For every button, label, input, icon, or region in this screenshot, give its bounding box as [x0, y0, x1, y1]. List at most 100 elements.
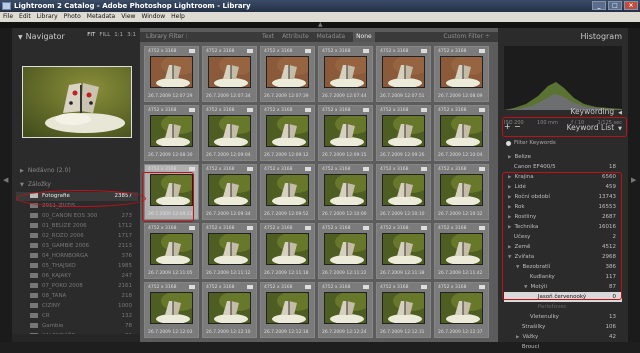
filter-none[interactable]: None — [353, 32, 375, 42]
metadata-badge-icon — [421, 285, 427, 289]
disclosure-triangle-icon[interactable] — [516, 345, 519, 350]
zoom-fill[interactable]: FILL — [99, 32, 110, 38]
menu-file[interactable]: File — [3, 12, 13, 22]
thumbnail-cell[interactable]: 4752 x 3168 26.7.2009 12:10:04 — [434, 105, 489, 161]
disclosure-triangle-icon[interactable] — [524, 315, 527, 320]
thumbnail-cell[interactable]: 4752 x 3168 26.7.2009 12:07:29 — [144, 46, 199, 102]
menu-view[interactable]: View — [121, 12, 135, 22]
thumbnail-cell[interactable]: 4752 x 3168 26.7.2009 12:10:00 — [318, 164, 373, 220]
zoom-1-1[interactable]: 1:1 — [114, 32, 123, 38]
folder-row[interactable]: 01_BELIZE 2006 1712 — [16, 222, 138, 231]
thumbnail-cell[interactable]: 4752 x 3168 26.7.2009 12:11:38 — [376, 223, 431, 279]
thumbnail-cell[interactable]: 4752 x 3168 26.7.2009 12:07:51 — [376, 46, 431, 102]
collapse-right-icon[interactable]: ▶ — [631, 176, 636, 184]
menu-edit[interactable]: Edit — [19, 12, 31, 22]
thumbnail-cell[interactable]: 4752 x 3168 26.7.2009 12:07:34 — [202, 46, 257, 102]
folder-row[interactable]: 07_POKO 2008 2161 — [16, 282, 138, 291]
butterfly-thumbnail — [382, 174, 425, 206]
filter-keywords-row[interactable]: Filter Keywords — [506, 140, 556, 146]
menu-window[interactable]: Window — [141, 12, 165, 22]
collapse-left-icon[interactable]: ◀ — [3, 176, 8, 184]
metadata-badge-icon — [247, 108, 253, 112]
close-button[interactable]: × — [624, 1, 638, 10]
thumbnail-cell[interactable]: 4752 x 3168 26.7.2009 12:08:30 — [144, 105, 199, 161]
keyword-name: Vážky — [522, 334, 539, 340]
keyword-row[interactable]: ▶ Belize — [504, 152, 622, 162]
filter-metadata[interactable]: Metadata — [317, 32, 345, 42]
section-recent[interactable]: ▶ Nedávno (2.0) — [12, 166, 140, 176]
metadata-badge-icon — [189, 285, 195, 289]
folder-row[interactable]: 03_GAMBIE 2006 2113 — [16, 242, 138, 251]
collapse-triangle-icon: ◀ — [618, 110, 622, 116]
zoom-fit[interactable]: FIT — [87, 32, 95, 38]
keyword-row[interactable]: Vletenulky 13 — [504, 312, 622, 322]
image-dimensions: 4752 x 3168 — [438, 226, 467, 231]
thumbnail-cell[interactable]: 4752 x 3168 26.7.2009 12:09:15 — [318, 105, 373, 161]
section-folders[interactable]: ▼ Záložky — [12, 180, 140, 190]
disclosure-triangle-icon[interactable] — [516, 325, 519, 330]
butterfly-photo — [23, 67, 131, 137]
keyword-row[interactable]: Brouci — [504, 342, 622, 352]
menu-help[interactable]: Help — [171, 12, 185, 22]
butterfly-thumbnail — [208, 233, 251, 265]
histogram-header[interactable]: Histogram — [498, 30, 628, 44]
metadata-badge-icon — [479, 226, 485, 230]
thumbnail-cell[interactable]: 4752 x 3168 26.7.2009 12:09:34 — [202, 164, 257, 220]
navigator-preview[interactable] — [22, 66, 132, 138]
disclosure-triangle-icon[interactable] — [532, 305, 535, 310]
capture-date: 26.7.2009 12:09:12 — [264, 153, 309, 158]
annotation-thumb-highlight — [142, 172, 194, 222]
menu-photo[interactable]: Photo — [64, 12, 81, 22]
right-panel-edge[interactable]: ▶ — [628, 28, 640, 342]
filter-preset[interactable]: Custom Filter ÷ — [443, 32, 490, 42]
folder-row[interactable]: 08_TANA 218 — [16, 292, 138, 301]
folder-row[interactable]: CIZINY 1000 — [16, 302, 138, 311]
thumbnail-cell[interactable]: 4752 x 3168 26.7.2009 12:12:10 — [202, 282, 257, 338]
filter-attribute[interactable]: Attribute — [282, 32, 309, 42]
folder-row[interactable]: Gambie 78 — [16, 322, 138, 331]
thumbnail-cell[interactable]: 4752 x 3168 26.7.2009 12:10:32 — [434, 164, 489, 220]
keyword-row[interactable]: Canon EF400/5 18 — [504, 162, 622, 172]
disclosure-triangle-icon[interactable] — [508, 165, 511, 170]
thumbnail-cell[interactable]: 4752 x 3168 26.7.2009 12:09:26 — [376, 105, 431, 161]
thumbnail-cell[interactable]: 4752 x 3168 26.7.2009 12:11:22 — [318, 223, 373, 279]
thumbnail-cell[interactable]: 4752 x 3168 26.7.2009 12:09:12 — [260, 105, 315, 161]
thumbnail-cell[interactable]: 4752 x 3168 26.7.2009 12:11:12 — [202, 223, 257, 279]
folder-row[interactable]: CR 132 — [16, 312, 138, 321]
thumbnail-cell[interactable]: 4752 x 3168 26.7.2009 12:12:03 — [144, 282, 199, 338]
thumbnail-cell[interactable]: 4752 x 3168 26.7.2009 12:12:37 — [434, 282, 489, 338]
thumbnail-cell[interactable]: 4752 x 3168 26.7.2009 12:11:05 — [144, 223, 199, 279]
folder-row[interactable]: 05_THAJSKO 1985 — [16, 262, 138, 271]
disclosure-triangle-icon[interactable]: ▶ — [508, 155, 511, 160]
folder-row[interactable]: 04_HORNBORGA 376 — [16, 252, 138, 261]
folder-row[interactable]: 00_CANON EOS 300 273 — [16, 212, 138, 221]
keyword-row[interactable]: ▶ Vážky 42 — [504, 332, 622, 342]
maximize-button[interactable]: □ — [608, 1, 622, 10]
thumbnail-cell[interactable]: 4752 x 3168 26.7.2009 12:11:42 — [434, 223, 489, 279]
left-panel-edge[interactable]: ◀ — [0, 28, 12, 342]
minimize-button[interactable]: _ — [592, 1, 606, 10]
thumbnail-cell[interactable]: 4752 x 3168 26.7.2009 12:07:44 — [318, 46, 373, 102]
thumbnail-cell[interactable]: 4752 x 3168 26.7.2009 12:10:10 — [376, 164, 431, 220]
menu-metadata[interactable]: Metadata — [87, 12, 115, 22]
folder-row[interactable]: 06_KAJAKY 247 — [16, 272, 138, 281]
keyword-row[interactable]: Strašilky 106 — [504, 322, 622, 332]
thumbnail-cell[interactable]: 4752 x 3168 26.7.2009 12:12:24 — [318, 282, 373, 338]
filter-text[interactable]: Text — [262, 32, 274, 42]
thumbnail-cell[interactable]: 4752 x 3168 26.7.2009 12:12:18 — [260, 282, 315, 338]
thumbnail-cell[interactable]: 4752 x 3168 26.7.2009 12:09:52 — [260, 164, 315, 220]
capture-date: 26.7.2009 12:12:03 — [148, 330, 193, 335]
keyword-name: Perleťovec — [537, 304, 567, 310]
thumbnail-cell[interactable]: 4752 x 3168 26.7.2009 12:12:31 — [376, 282, 431, 338]
capture-date: 26.7.2009 12:11:38 — [380, 271, 425, 276]
folder-row[interactable]: 02_ROZO 2006 1717 — [16, 232, 138, 241]
disclosure-triangle-icon[interactable]: ▶ — [516, 335, 519, 340]
capture-date: 26.7.2009 12:10:04 — [438, 153, 483, 158]
thumbnail-cell[interactable]: 4752 x 3168 26.7.2009 12:08:09 — [434, 46, 489, 102]
thumbnail-cell[interactable]: 4752 x 3168 26.7.2009 12:09:04 — [202, 105, 257, 161]
thumbnail-cell[interactable]: 4752 x 3168 26.7.2009 12:07:39 — [260, 46, 315, 102]
menu-library[interactable]: Library — [37, 12, 58, 22]
zoom-3-1[interactable]: 3:1 — [127, 32, 136, 38]
keyword-row[interactable]: Perleťovec — [504, 302, 622, 312]
thumbnail-cell[interactable]: 4752 x 3168 26.7.2009 12:11:18 — [260, 223, 315, 279]
